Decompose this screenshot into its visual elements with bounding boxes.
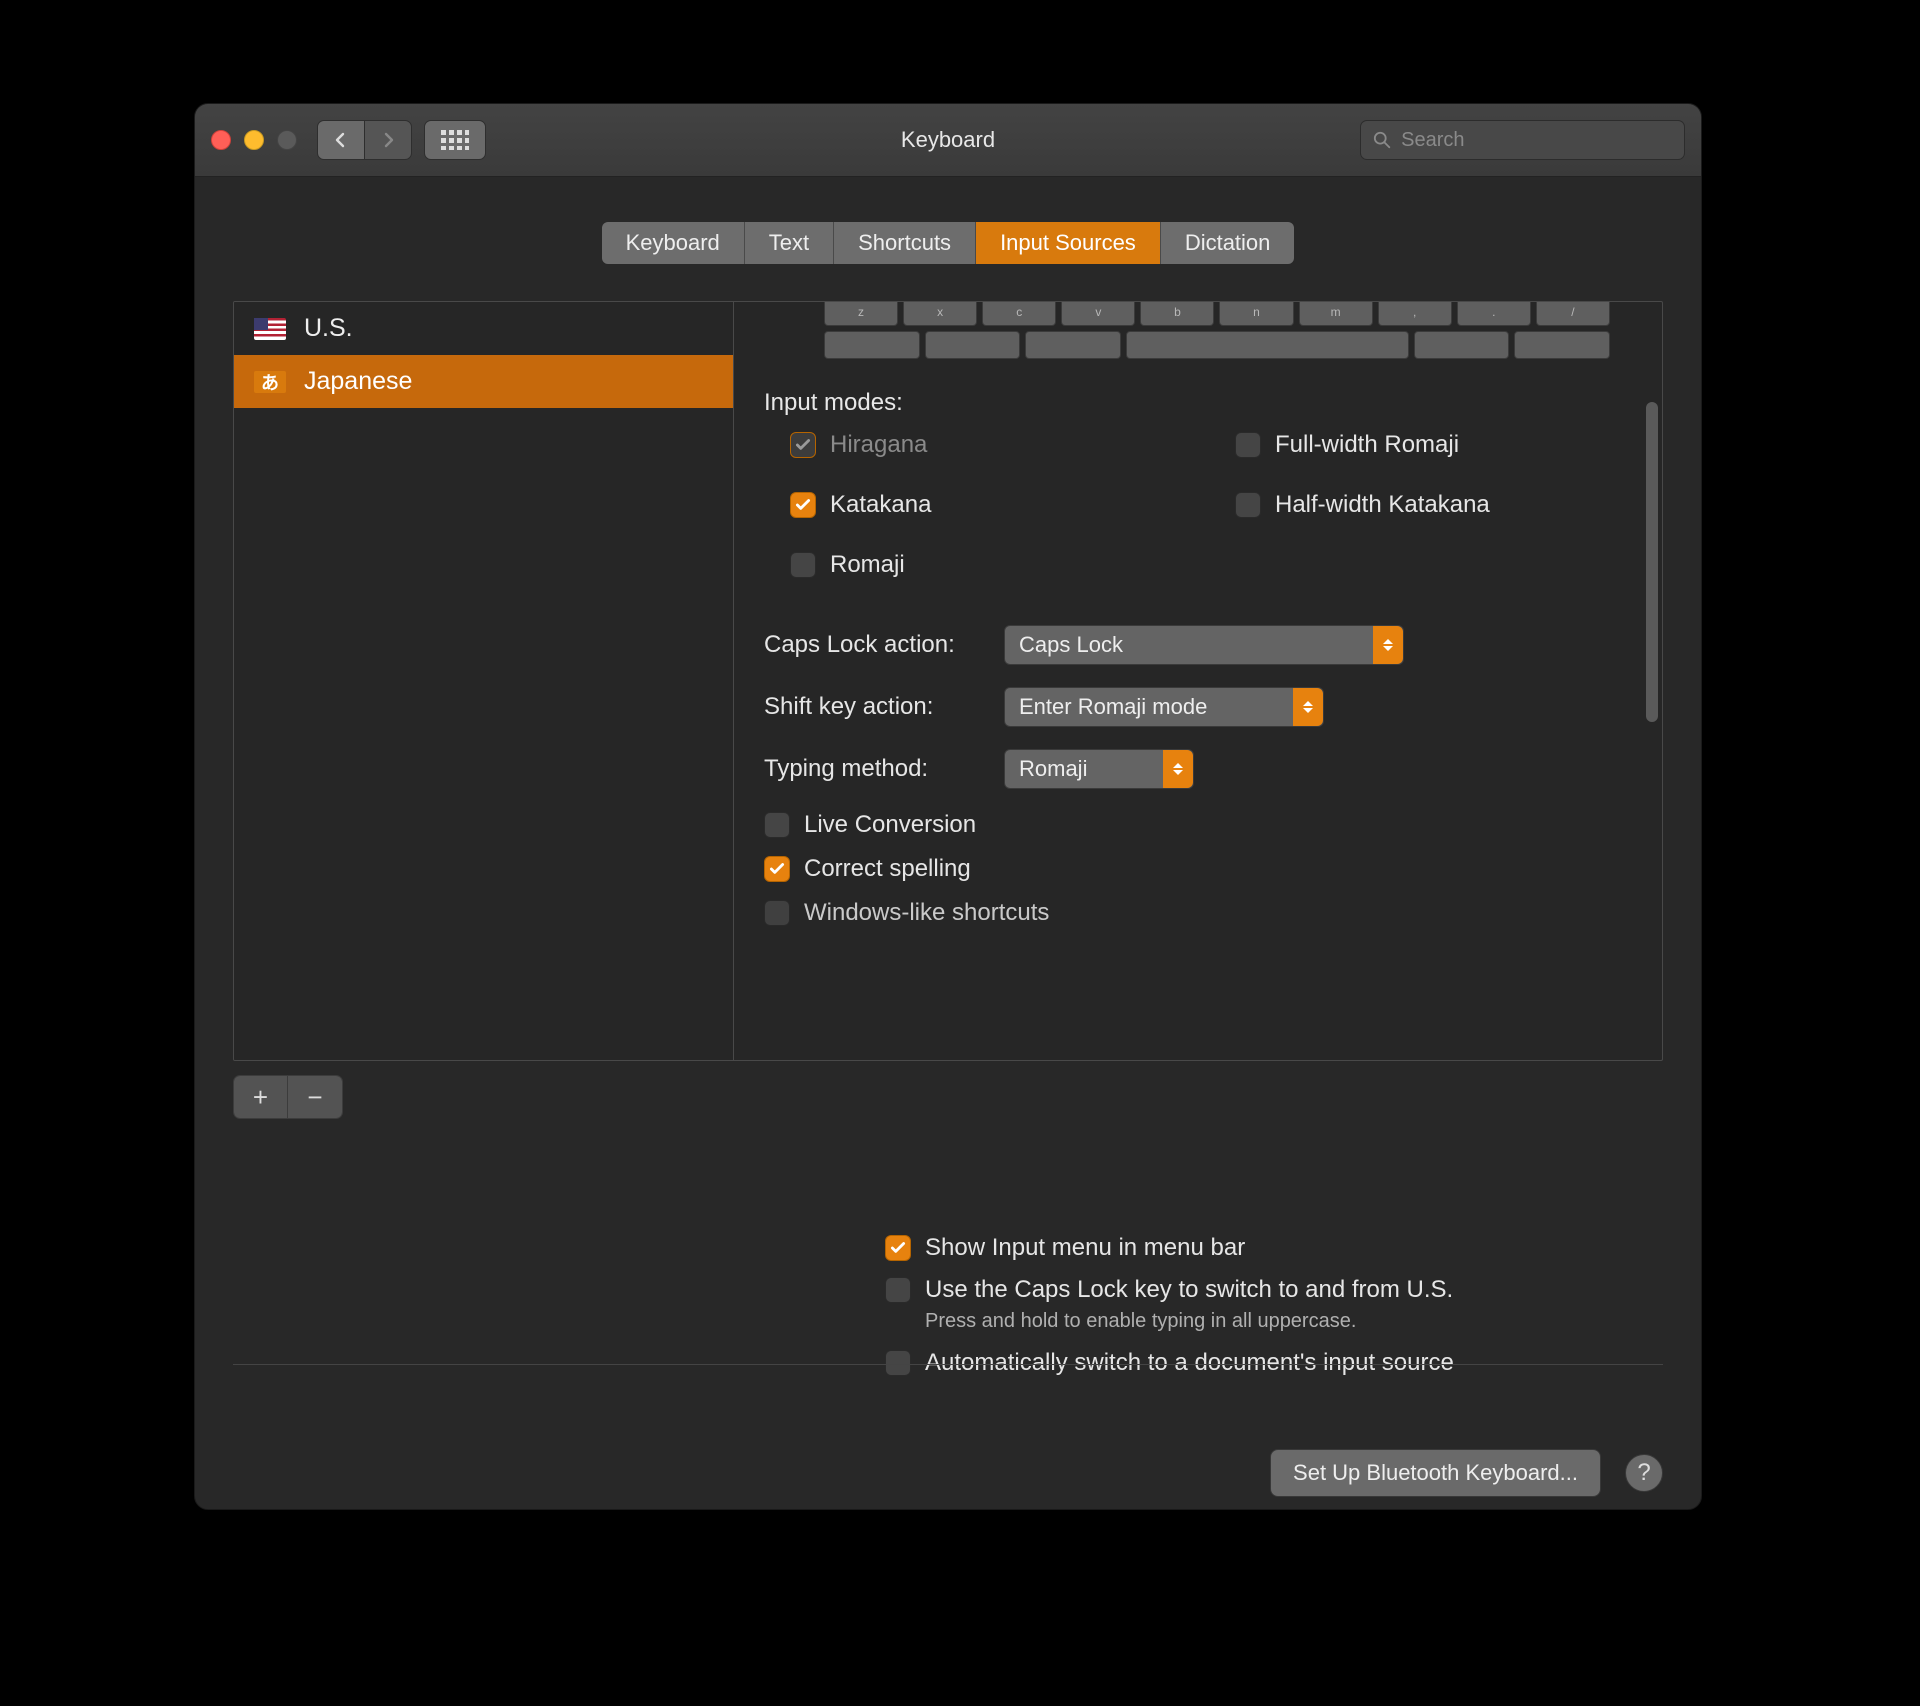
nav-buttons [317, 120, 412, 160]
checkbox-caps-lock-switch[interactable] [885, 1277, 911, 1303]
typing-method-dropdown[interactable]: Romaji [1004, 749, 1194, 789]
back-button[interactable] [317, 120, 365, 160]
key: , [1378, 302, 1452, 326]
key: n [1219, 302, 1293, 326]
check-icon [768, 860, 786, 878]
label-caps-lock-switch: Use the Caps Lock key to switch to and f… [925, 1276, 1453, 1304]
typing-method-value: Romaji [1019, 756, 1087, 782]
label-show-input-menu: Show Input menu in menu bar [925, 1234, 1245, 1262]
forward-button [364, 120, 412, 160]
content-panel: U.S. あ Japanese zxcvbnm,./ Input modes: [233, 301, 1663, 1061]
caps-lock-dropdown[interactable]: Caps Lock [1004, 625, 1404, 665]
search-icon [1373, 130, 1391, 150]
caps-lock-hint: Press and hold to enable typing in all u… [925, 1310, 1655, 1333]
key: x [903, 302, 977, 326]
checkbox-correct-spelling[interactable] [764, 856, 790, 882]
add-source-button[interactable]: + [234, 1076, 288, 1118]
shift-key-label: Shift key action: [764, 693, 1004, 721]
source-japanese[interactable]: あ Japanese [234, 355, 733, 408]
label-katakana: Katakana [830, 491, 931, 519]
check-icon [889, 1239, 907, 1257]
caps-lock-value: Caps Lock [1019, 632, 1123, 658]
check-icon [794, 436, 812, 454]
setup-bluetooth-button[interactable]: Set Up Bluetooth Keyboard... [1270, 1449, 1601, 1497]
tab-bar: Keyboard Text Shortcuts Input Sources Di… [195, 221, 1701, 265]
label-hiragana: Hiragana [830, 431, 927, 459]
key: c [982, 302, 1056, 326]
checkbox-romaji[interactable] [790, 552, 816, 578]
chevron-right-icon [380, 132, 396, 148]
check-icon [794, 496, 812, 514]
window-controls [211, 130, 297, 150]
key [1514, 331, 1610, 359]
source-list[interactable]: U.S. あ Japanese [234, 302, 734, 1060]
source-detail: zxcvbnm,./ Input modes: Hiragana Full-wi… [734, 302, 1662, 1060]
source-label: Japanese [304, 367, 412, 396]
checkbox-hiragana [790, 432, 816, 458]
checkbox-full-width-romaji[interactable] [1235, 432, 1261, 458]
keyboard-preview: zxcvbnm,./ [824, 302, 1610, 359]
key [925, 331, 1021, 359]
checkbox-live-conversion[interactable] [764, 812, 790, 838]
key: . [1457, 302, 1531, 326]
shift-key-dropdown[interactable]: Enter Romaji mode [1004, 687, 1324, 727]
scrollbar[interactable] [1646, 402, 1658, 722]
source-label: U.S. [304, 314, 353, 343]
add-remove-buttons: + − [233, 1075, 343, 1119]
tab-text[interactable]: Text [745, 222, 834, 264]
key: m [1299, 302, 1373, 326]
key [1025, 331, 1121, 359]
typing-method-label: Typing method: [764, 755, 1004, 783]
key: v [1061, 302, 1135, 326]
show-all-button[interactable] [424, 120, 486, 160]
key: / [1536, 302, 1610, 326]
close-button[interactable] [211, 130, 231, 150]
grid-icon [441, 130, 469, 150]
key: b [1140, 302, 1214, 326]
help-button[interactable]: ? [1625, 1454, 1663, 1492]
label-full-width-romaji: Full-width Romaji [1275, 431, 1459, 459]
key [824, 331, 920, 359]
source-us[interactable]: U.S. [234, 302, 733, 355]
input-modes-label: Input modes: [764, 389, 1650, 417]
minimize-button[interactable] [244, 130, 264, 150]
us-flag-icon [254, 318, 286, 340]
search-field[interactable] [1360, 120, 1685, 160]
shift-key-value: Enter Romaji mode [1019, 694, 1207, 720]
key [1414, 331, 1510, 359]
checkbox-show-input-menu[interactable] [885, 1235, 911, 1261]
label-romaji: Romaji [830, 551, 905, 579]
dropdown-arrows-icon [1163, 750, 1193, 788]
dropdown-arrows-icon [1373, 626, 1403, 664]
titlebar: Keyboard [195, 104, 1701, 177]
label-windows-shortcuts: Windows-like shortcuts [804, 899, 1049, 927]
japanese-icon: あ [254, 371, 286, 393]
search-input[interactable] [1401, 129, 1672, 152]
key [1126, 331, 1409, 359]
tab-shortcuts[interactable]: Shortcuts [834, 222, 976, 264]
checkbox-windows-shortcuts[interactable] [764, 900, 790, 926]
tab-dictation[interactable]: Dictation [1161, 222, 1295, 264]
preferences-window: Keyboard Keyboard Text Shortcuts Input S… [194, 103, 1702, 1510]
checkbox-katakana[interactable] [790, 492, 816, 518]
label-half-width-katakana: Half-width Katakana [1275, 491, 1490, 519]
dropdown-arrows-icon [1293, 688, 1323, 726]
tab-keyboard[interactable]: Keyboard [602, 222, 745, 264]
key: z [824, 302, 898, 326]
tab-input-sources[interactable]: Input Sources [976, 222, 1161, 264]
label-live-conversion: Live Conversion [804, 811, 976, 839]
caps-lock-label: Caps Lock action: [764, 631, 1004, 659]
zoom-button [277, 130, 297, 150]
label-correct-spelling: Correct spelling [804, 855, 971, 883]
remove-source-button[interactable]: − [288, 1076, 342, 1118]
bottom-bar: Set Up Bluetooth Keyboard... ? [233, 1364, 1663, 1497]
checkbox-half-width-katakana[interactable] [1235, 492, 1261, 518]
chevron-left-icon [333, 132, 349, 148]
window-title: Keyboard [901, 127, 995, 153]
